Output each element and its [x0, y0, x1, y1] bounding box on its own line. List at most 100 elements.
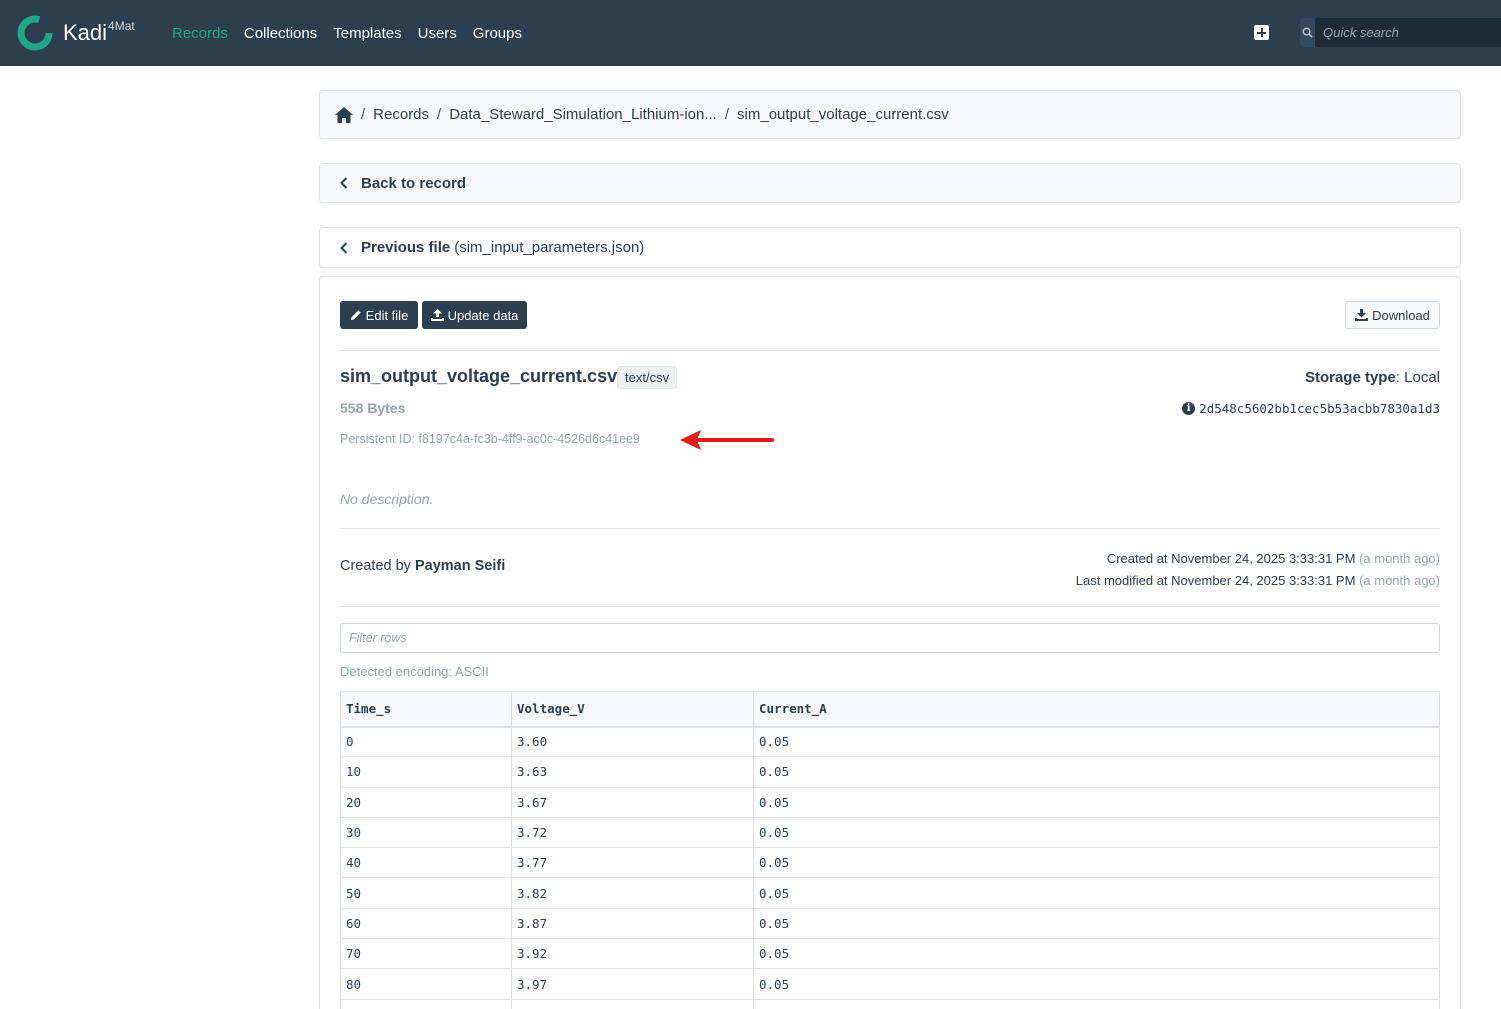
breadcrumb: / Records / Data_Steward_Simulation_Lith… — [319, 90, 1461, 139]
table-row: 10 3.63 0.05 — [340, 756, 1440, 788]
nav-records[interactable]: Records — [172, 25, 228, 42]
nav-users[interactable]: Users — [418, 25, 457, 42]
table-cell: 80 — [340, 968, 512, 1000]
previous-file-link[interactable]: Previous file (sim_input_parameters.json… — [319, 227, 1461, 268]
chevron-left-icon — [340, 241, 348, 254]
breadcrumb-separator: / — [361, 106, 366, 123]
table-cell — [753, 998, 1440, 1009]
kadi-logo-icon — [17, 15, 53, 51]
table-cell: 30 — [340, 816, 512, 849]
table-cell: 20 — [340, 786, 512, 818]
checksum-value: 2d548c5602bb1cec5b53acbb7830a1d3 — [1199, 401, 1440, 416]
table-cell: 3.92 — [511, 938, 754, 970]
table-cell: 0.05 — [753, 786, 1440, 818]
edit-file-label: Edit file — [365, 307, 409, 323]
creator-link[interactable]: Payman Seifi — [415, 558, 505, 574]
back-to-record-link[interactable]: Back to record — [319, 163, 1461, 203]
file-description: No description. — [340, 491, 434, 507]
table-cell: 0.05 — [753, 907, 1440, 940]
table-header-row: Time_s Voltage_V Current_A — [340, 691, 1440, 728]
created-by: Created by Payman Seifi — [340, 558, 505, 574]
table-cell: 3.63 — [511, 756, 754, 788]
table-cell: 3.60 — [511, 725, 754, 758]
nav-links: Records Collections Templates Users Grou… — [172, 0, 538, 66]
nav-groups[interactable]: Groups — [473, 25, 522, 42]
table-cell: 0.05 — [753, 847, 1440, 879]
search-input[interactable] — [1315, 18, 1501, 47]
previous-file-name: (sim_input_parameters.json) — [454, 239, 645, 256]
update-data-label: Update data — [447, 307, 519, 323]
table-cell: 0.05 — [753, 725, 1440, 758]
table-row: 70 3.92 0.05 — [340, 938, 1440, 970]
table-row: 0 3.60 0.05 — [340, 725, 1440, 758]
mime-type-badge: text/csv — [617, 366, 678, 389]
created-by-label: Created by — [340, 558, 411, 574]
modified-relative: (a month ago) — [1359, 573, 1440, 588]
brand[interactable]: Kadi 4Mat — [15, 12, 135, 54]
storage-type-label: Storage type — [1304, 369, 1396, 386]
table-cell: 0.05 — [753, 756, 1440, 788]
breadcrumb-records[interactable]: Records — [373, 106, 429, 123]
file-size: 558 Bytes — [340, 400, 406, 416]
breadcrumb-separator: / — [724, 106, 730, 123]
breadcrumb-record[interactable]: Data_Steward_Simulation_Lithium-ion... — [449, 106, 717, 123]
table-cell: 70 — [340, 938, 512, 970]
table-cell: 0.05 — [753, 877, 1440, 909]
table-row: 60 3.87 0.05 — [340, 907, 1440, 940]
table-cell: 10 — [340, 756, 512, 788]
filter-rows-input[interactable] — [340, 623, 1440, 653]
table-cell: 0.05 — [753, 816, 1440, 849]
table-row: 20 3.67 0.05 — [340, 786, 1440, 818]
divider — [340, 350, 1440, 351]
brand-superscript: 4Mat — [108, 19, 135, 33]
nav-templates[interactable]: Templates — [333, 25, 401, 42]
column-header: Current_A — [753, 691, 1440, 728]
table-cell: 0 — [340, 725, 512, 758]
annotation-arrow — [680, 430, 774, 450]
persistent-id: Persistent ID: f8197c4a-fc3b-4ff9-ac0c-4… — [340, 432, 640, 446]
plus-square-icon[interactable] — [1254, 25, 1269, 40]
previous-file-label: Previous file — [361, 239, 451, 256]
modified-at: Last modified at November 24, 2025 3:33:… — [1075, 573, 1356, 588]
download-button[interactable]: Download — [1345, 301, 1440, 329]
table-cell: 0.05 — [753, 968, 1440, 1000]
table-cell: 40 — [340, 847, 512, 879]
info-icon: i — [1182, 402, 1196, 415]
divider — [340, 528, 1440, 529]
file-name: sim_output_voltage_current.csv — [340, 366, 618, 386]
column-header: Time_s — [340, 691, 512, 728]
chevron-left-icon — [340, 177, 348, 189]
table-cell — [340, 998, 512, 1009]
upload-icon — [430, 309, 444, 321]
table-cell: 3.97 — [511, 968, 754, 1000]
created-relative: (a month ago) — [1359, 551, 1440, 566]
checksum: i 2d548c5602bb1cec5b53acbb7830a1d3 — [1182, 401, 1440, 416]
breadcrumb-current: sim_output_voltage_current.csv — [737, 106, 949, 123]
detected-encoding: Detected encoding: ASCII — [340, 664, 489, 679]
home-icon[interactable] — [335, 106, 353, 123]
table-row: 50 3.82 0.05 — [340, 877, 1440, 909]
pencil-icon — [350, 310, 361, 320]
edit-file-button[interactable]: Edit file — [340, 301, 418, 329]
update-data-button[interactable]: Update data — [422, 301, 527, 329]
navbar: Kadi 4Mat Records Collections Templates … — [0, 0, 1501, 66]
table-cell: 3.67 — [511, 786, 754, 818]
table-row: 80 3.97 0.05 — [340, 968, 1440, 1000]
created-at: Created at November 24, 2025 3:33:31 PM — [1106, 551, 1356, 566]
table-cell: 3.82 — [511, 877, 754, 909]
back-to-record-label: Back to record — [361, 174, 467, 192]
column-header: Voltage_V — [511, 691, 754, 728]
table-cell: 3.87 — [511, 907, 754, 940]
csv-table: Time_s Voltage_V Current_A 0 3.60 0.05 10 3… — [340, 691, 1440, 1009]
search-icon[interactable] — [1300, 18, 1315, 47]
nav-collections[interactable]: Collections — [244, 25, 317, 42]
table-cell — [511, 998, 754, 1009]
download-icon — [1355, 309, 1369, 321]
download-label: Download — [1372, 307, 1430, 323]
storage-type: Storage type: Local — [1304, 369, 1440, 386]
table-row: 40 3.77 0.05 — [340, 847, 1440, 879]
table-cell: 3.77 — [511, 847, 754, 879]
storage-type-value: Local — [1404, 369, 1440, 386]
table-cell: 0.05 — [753, 938, 1440, 970]
quick-search — [1300, 18, 1501, 47]
